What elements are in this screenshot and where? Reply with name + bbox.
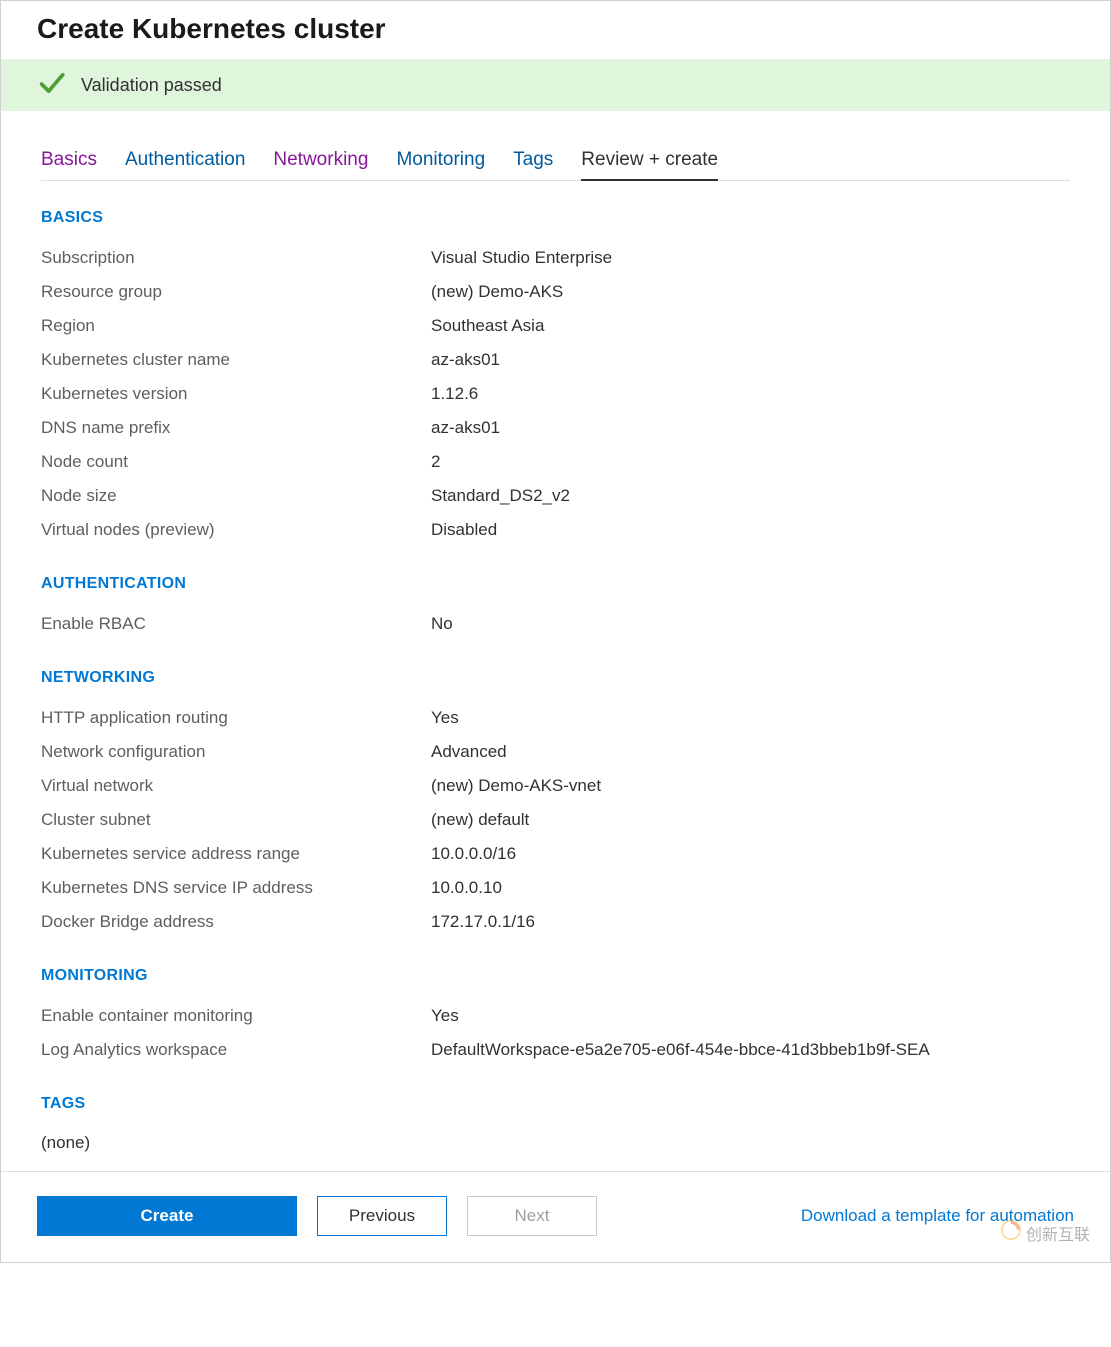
validation-banner: Validation passed: [1, 59, 1110, 111]
kv-label: Virtual network: [41, 776, 431, 796]
kv-row: Network configurationAdvanced: [41, 735, 1070, 769]
validation-message: Validation passed: [81, 75, 222, 96]
kv-value: Southeast Asia: [431, 316, 544, 336]
kv-label: Node size: [41, 486, 431, 506]
tab-tags[interactable]: Tags: [513, 149, 553, 179]
create-button[interactable]: Create: [37, 1196, 297, 1236]
kv-value: az-aks01: [431, 350, 500, 370]
create-cluster-page: Create Kubernetes cluster Validation pas…: [0, 0, 1111, 1263]
kv-label: DNS name prefix: [41, 418, 431, 438]
tab-networking[interactable]: Networking: [273, 149, 368, 179]
kv-row: Kubernetes service address range10.0.0.0…: [41, 837, 1070, 871]
kv-value: Yes: [431, 1006, 459, 1026]
kv-value: Yes: [431, 708, 459, 728]
kv-label: Docker Bridge address: [41, 912, 431, 932]
kv-row: Enable RBACNo: [41, 607, 1070, 641]
kv-row: Kubernetes version1.12.6: [41, 377, 1070, 411]
kv-label: Kubernetes DNS service IP address: [41, 878, 431, 898]
kv-label: Cluster subnet: [41, 810, 431, 830]
kv-value: 172.17.0.1/16: [431, 912, 535, 932]
section-heading-basics: BASICS: [41, 209, 1070, 227]
next-button: Next: [467, 1196, 597, 1236]
previous-button[interactable]: Previous: [317, 1196, 447, 1236]
kv-row: SubscriptionVisual Studio Enterprise: [41, 241, 1070, 275]
kv-value: 10.0.0.10: [431, 878, 502, 898]
kv-row: Cluster subnet(new) default: [41, 803, 1070, 837]
kv-label: Resource group: [41, 282, 431, 302]
section-heading-tags: TAGS: [41, 1095, 1070, 1113]
kv-row: Docker Bridge address172.17.0.1/16: [41, 905, 1070, 939]
kv-label: Network configuration: [41, 742, 431, 762]
kv-value: (new) Demo-AKS-vnet: [431, 776, 601, 796]
kv-value: DefaultWorkspace-e5a2e705-e06f-454e-bbce…: [431, 1040, 930, 1060]
kv-label: Enable RBAC: [41, 614, 431, 634]
kv-value: 2: [431, 452, 440, 472]
kv-row: HTTP application routingYes: [41, 701, 1070, 735]
section-heading-authentication: AUTHENTICATION: [41, 575, 1070, 593]
kv-label: Node count: [41, 452, 431, 472]
kv-row: RegionSoutheast Asia: [41, 309, 1070, 343]
kv-value: Visual Studio Enterprise: [431, 248, 612, 268]
kv-label: Kubernetes cluster name: [41, 350, 431, 370]
kv-label: Kubernetes version: [41, 384, 431, 404]
kv-value: Disabled: [431, 520, 497, 540]
kv-label: Enable container monitoring: [41, 1006, 431, 1026]
kv-value: 1.12.6: [431, 384, 478, 404]
kv-label: HTTP application routing: [41, 708, 431, 728]
kv-row: Virtual nodes (preview)Disabled: [41, 513, 1070, 547]
tab-basics[interactable]: Basics: [41, 149, 97, 179]
content-area: Basics Authentication Networking Monitor…: [1, 149, 1110, 1171]
kv-value: az-aks01: [431, 418, 500, 438]
kv-row: Kubernetes DNS service IP address10.0.0.…: [41, 871, 1070, 905]
kv-row: Node count2: [41, 445, 1070, 479]
section-heading-networking: NETWORKING: [41, 669, 1070, 687]
kv-row: Virtual network(new) Demo-AKS-vnet: [41, 769, 1070, 803]
section-heading-monitoring: MONITORING: [41, 967, 1070, 985]
kv-label: Virtual nodes (preview): [41, 520, 431, 540]
kv-value: Advanced: [431, 742, 507, 762]
check-icon: [37, 69, 65, 102]
tags-none: (none): [41, 1127, 1070, 1153]
kv-row: Node sizeStandard_DS2_v2: [41, 479, 1070, 513]
page-title: Create Kubernetes cluster: [1, 1, 1110, 59]
kv-label: Subscription: [41, 248, 431, 268]
kv-value: No: [431, 614, 453, 634]
tab-review-create[interactable]: Review + create: [581, 149, 718, 181]
footer-bar: Create Previous Next Download a template…: [1, 1171, 1110, 1262]
kv-value: Standard_DS2_v2: [431, 486, 570, 506]
kv-row: Resource group(new) Demo-AKS: [41, 275, 1070, 309]
download-template-link[interactable]: Download a template for automation: [801, 1206, 1074, 1226]
kv-row: Kubernetes cluster nameaz-aks01: [41, 343, 1070, 377]
kv-label: Kubernetes service address range: [41, 844, 431, 864]
kv-row: DNS name prefixaz-aks01: [41, 411, 1070, 445]
tab-monitoring[interactable]: Monitoring: [396, 149, 485, 179]
kv-value: (new) default: [431, 810, 529, 830]
kv-value: (new) Demo-AKS: [431, 282, 563, 302]
kv-row: Enable container monitoringYes: [41, 999, 1070, 1033]
kv-label: Log Analytics workspace: [41, 1040, 431, 1060]
kv-value: 10.0.0.0/16: [431, 844, 516, 864]
tab-authentication[interactable]: Authentication: [125, 149, 245, 179]
kv-row: Log Analytics workspaceDefaultWorkspace-…: [41, 1033, 1070, 1067]
kv-label: Region: [41, 316, 431, 336]
tab-strip: Basics Authentication Networking Monitor…: [41, 149, 1070, 181]
